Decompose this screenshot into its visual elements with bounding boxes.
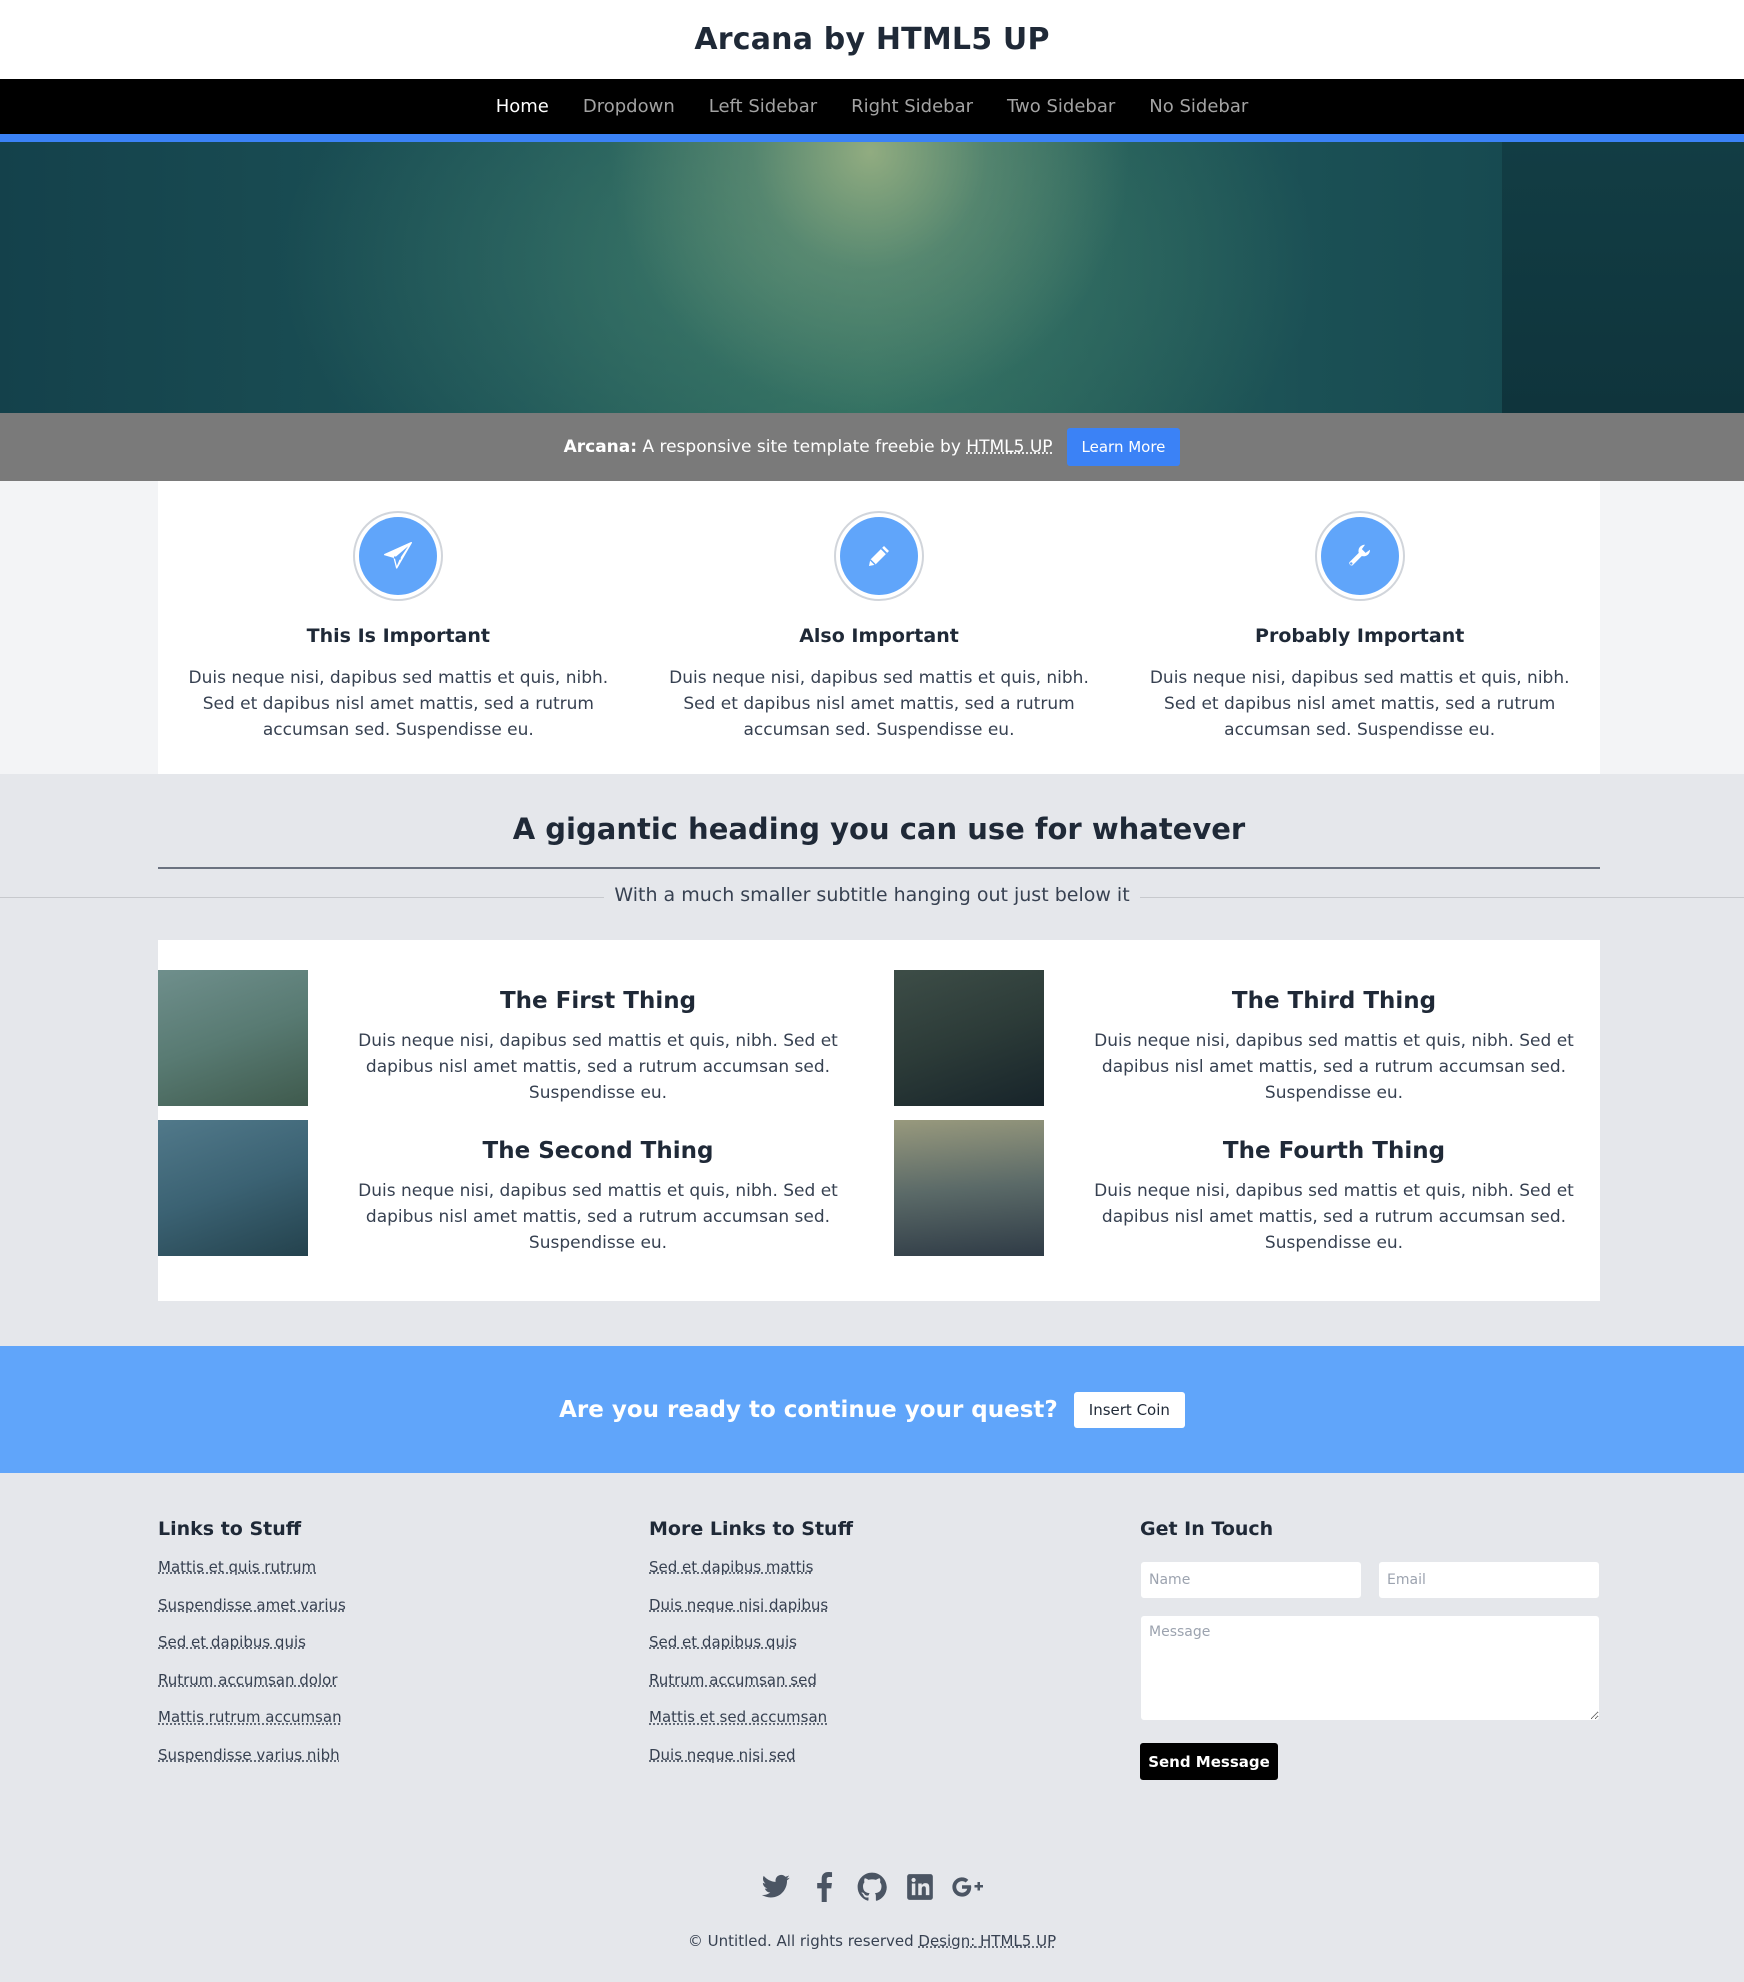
design-link[interactable]: Design: HTML5 UP	[918, 1932, 1056, 1950]
learn-more-button[interactable]: Learn More	[1066, 428, 1181, 466]
feature-text: Duis neque nisi, dapibus sed mattis et q…	[188, 668, 609, 740]
email-field[interactable]	[1378, 1561, 1600, 1599]
nav-item-no-sidebar[interactable]: No Sidebar	[1149, 96, 1248, 117]
footer-link[interactable]: Sed et dapibus quis	[649, 1633, 853, 1652]
facebook-icon[interactable]	[807, 1870, 841, 1904]
feature-text: Duis neque nisi, dapibus sed mattis et q…	[669, 668, 1089, 740]
thing-image[interactable]	[158, 1120, 308, 1256]
thing-body: The Third Thing Duis neque nisi, dapibus…	[1064, 988, 1604, 1106]
nav-accent-bar	[0, 134, 1744, 142]
copyright-text: © Untitled. All rights reserved	[687, 1932, 914, 1950]
thing-item: The Third Thing Duis neque nisi, dapibus…	[894, 970, 1615, 1106]
footer-more-links-column: More Links to Stuff Sed et dapibus matti…	[649, 1518, 853, 1784]
feature-card: Also Important Duis neque nisi, dapibus …	[639, 481, 1120, 774]
thing-text: Duis neque nisi, dapibus sed mattis et q…	[358, 1031, 838, 1103]
footer-column-title: More Links to Stuff	[649, 1518, 853, 1540]
design-label: Design:	[918, 1932, 976, 1950]
insert-coin-button[interactable]: Insert Coin	[1073, 1391, 1185, 1428]
footer-link[interactable]: Suspendisse varius nibh	[158, 1746, 346, 1765]
feature-title: Probably Important	[1255, 625, 1465, 647]
message-field[interactable]	[1140, 1615, 1600, 1721]
paper-plane-icon	[359, 517, 438, 595]
feature-title: Also Important	[799, 625, 959, 647]
feature-card: Probably Important Duis neque nisi, dapi…	[1119, 481, 1600, 774]
footer-links-column: Links to Stuff Mattis et quis rutrum Sus…	[158, 1518, 346, 1784]
section-heading: A gigantic heading you can use for whate…	[512, 812, 1246, 846]
feature-icon-ring	[834, 511, 924, 601]
footer-link[interactable]: Rutrum accumsan sed	[649, 1671, 853, 1690]
cta-bar: Are you ready to continue your quest? In…	[0, 1346, 1744, 1473]
contact-title: Get In Touch	[1140, 1518, 1274, 1540]
thing-image[interactable]	[894, 1120, 1044, 1256]
thing-title: The Second Thing	[482, 1138, 714, 1164]
nav-item-home[interactable]: Home	[496, 96, 549, 117]
twitter-icon[interactable]	[759, 1870, 793, 1904]
nav-item-two-sidebar[interactable]: Two Sidebar	[1007, 96, 1115, 117]
footer-link[interactable]: Sed et dapibus mattis	[649, 1558, 853, 1577]
thing-text: Duis neque nisi, dapibus sed mattis et q…	[1094, 1181, 1574, 1253]
thing-image[interactable]	[158, 970, 308, 1106]
name-field[interactable]	[1140, 1561, 1362, 1599]
thing-body: The Fourth Thing Duis neque nisi, dapibu…	[1064, 1138, 1604, 1256]
feature-title: This Is Important	[306, 625, 490, 647]
thing-title: The Fourth Thing	[1222, 1138, 1446, 1164]
footer-link[interactable]: Mattis rutrum accumsan	[158, 1708, 346, 1727]
thing-item: The Fourth Thing Duis neque nisi, dapibu…	[894, 1120, 1615, 1256]
section-subtitle: With a much smaller subtitle hanging out…	[604, 884, 1140, 906]
google-plus-icon[interactable]	[951, 1870, 985, 1904]
thing-image[interactable]	[894, 970, 1044, 1106]
nav-item-left-sidebar[interactable]: Left Sidebar	[709, 96, 817, 117]
linkedin-icon[interactable]	[903, 1870, 937, 1904]
main-nav: Home Dropdown Left Sidebar Right Sidebar…	[0, 79, 1744, 134]
intro-link[interactable]: HTML5 UP	[966, 437, 1052, 457]
site-title[interactable]: Arcana by HTML5 UP	[694, 22, 1049, 57]
nav-item-dropdown[interactable]: Dropdown	[583, 96, 675, 117]
github-icon[interactable]	[855, 1870, 889, 1904]
footer-link[interactable]: Sed et dapibus quis	[158, 1633, 346, 1652]
intro-text: Arcana: A responsive site template freeb…	[564, 437, 1053, 457]
site-header: Arcana by HTML5 UP	[0, 0, 1744, 79]
thing-text: Duis neque nisi, dapibus sed mattis et q…	[358, 1181, 838, 1253]
footer-link[interactable]: Mattis et quis rutrum	[158, 1558, 346, 1577]
thing-item: The Second Thing Duis neque nisi, dapibu…	[158, 1120, 879, 1256]
hero-banner-edge	[1502, 142, 1744, 413]
section-subtitle-wrap: With a much smaller subtitle hanging out…	[0, 884, 1744, 906]
things-section: The First Thing Duis neque nisi, dapibus…	[158, 940, 1600, 1301]
hero-banner	[0, 142, 1744, 413]
thing-item: The First Thing Duis neque nisi, dapibus…	[158, 970, 879, 1106]
footer-column-title: Links to Stuff	[158, 1518, 302, 1540]
footer-link[interactable]: Duis neque nisi dapibus	[649, 1596, 853, 1615]
feature-icon-ring	[353, 511, 444, 601]
thing-body: The Second Thing Duis neque nisi, dapibu…	[328, 1138, 868, 1256]
thing-title: The Third Thing	[1231, 988, 1437, 1014]
cta-text: Are you ready to continue your quest?	[559, 1396, 1058, 1423]
contact-column: Get In Touch	[1140, 1518, 1273, 1558]
thing-body: The First Thing Duis neque nisi, dapibus…	[328, 988, 868, 1106]
features-section: This Is Important Duis neque nisi, dapib…	[158, 481, 1600, 774]
design-link-text: HTML5 UP	[980, 1932, 1057, 1950]
wrench-icon	[1320, 517, 1399, 595]
social-links	[0, 1870, 1744, 1904]
intro-bold: Arcana:	[563, 437, 638, 457]
footer-link[interactable]: Suspendisse amet varius	[158, 1596, 346, 1615]
footer-link[interactable]: Rutrum accumsan dolor	[158, 1671, 346, 1690]
thing-text: Duis neque nisi, dapibus sed mattis et q…	[1094, 1031, 1574, 1103]
intro-bar: Arcana: A responsive site template freeb…	[0, 413, 1744, 481]
intro-body: A responsive site template freebie by	[642, 437, 961, 457]
feature-text: Duis neque nisi, dapibus sed mattis et q…	[1149, 668, 1570, 740]
pencil-icon	[840, 517, 918, 595]
footer-link[interactable]: Mattis et sed accumsan	[649, 1708, 853, 1727]
nav-item-right-sidebar[interactable]: Right Sidebar	[851, 96, 973, 117]
send-message-button[interactable]: Send Message	[1140, 1743, 1278, 1780]
copyright: © Untitled. All rights reserved Design: …	[0, 1932, 1744, 1950]
heading-divider	[158, 867, 1600, 869]
thing-title: The First Thing	[499, 988, 697, 1014]
feature-icon-ring	[1314, 511, 1405, 601]
feature-card: This Is Important Duis neque nisi, dapib…	[158, 481, 639, 774]
footer-link[interactable]: Duis neque nisi sed	[649, 1746, 853, 1765]
